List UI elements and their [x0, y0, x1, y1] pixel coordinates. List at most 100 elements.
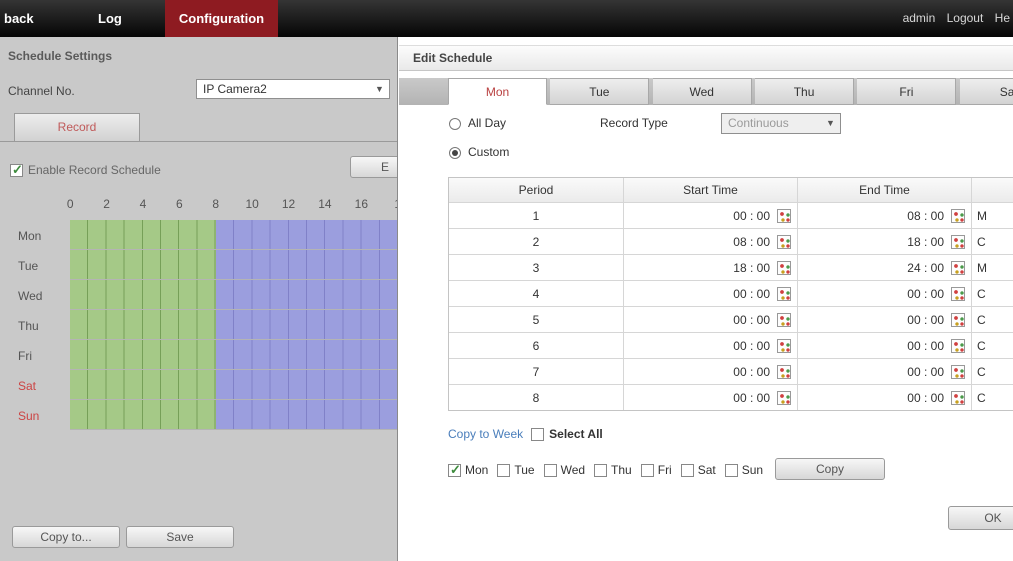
time-picker-icon[interactable] — [951, 365, 965, 379]
time-picker-icon[interactable] — [951, 261, 965, 275]
mon-checkbox[interactable] — [448, 464, 461, 477]
time-picker-icon[interactable] — [777, 391, 791, 405]
event-segment[interactable] — [216, 400, 398, 429]
time-picker-icon[interactable] — [951, 209, 965, 223]
select-all-checkbox[interactable] — [531, 428, 544, 441]
start-time-cell[interactable]: 00 : 00 — [624, 307, 798, 332]
day-tab-sat[interactable]: Sat — [960, 78, 1013, 105]
time-picker-icon[interactable] — [951, 235, 965, 249]
time-picker-icon[interactable] — [951, 391, 965, 405]
logout-link[interactable]: Logout — [947, 11, 984, 25]
day-tab-wed[interactable]: Wed — [653, 78, 752, 105]
schedule-row-mon[interactable] — [70, 220, 398, 250]
end-time-cell[interactable]: 24 : 00 — [798, 255, 972, 280]
time-picker-icon[interactable] — [777, 209, 791, 223]
record-type-cell[interactable]: C — [972, 281, 1013, 306]
day-tab-fri[interactable]: Fri — [857, 78, 956, 105]
start-time-cell[interactable]: 18 : 00 — [624, 255, 798, 280]
continuous-segment[interactable] — [70, 340, 216, 369]
time-picker-icon[interactable] — [951, 287, 965, 301]
table-row: 1 00 : 00 08 : 00 M — [449, 202, 1013, 228]
help-link[interactable]: He — [995, 11, 1010, 25]
event-segment[interactable] — [216, 250, 398, 279]
record-schedule-grid[interactable] — [70, 220, 398, 430]
schedule-row-sun[interactable] — [70, 400, 398, 430]
time-picker-icon[interactable] — [777, 287, 791, 301]
schedule-row-fri[interactable] — [70, 340, 398, 370]
record-tab[interactable]: Record — [14, 113, 140, 142]
tab-log[interactable]: Log — [98, 0, 122, 37]
event-segment[interactable] — [216, 310, 398, 339]
record-type-select[interactable]: Continuous ▼ — [721, 113, 841, 134]
start-time-cell[interactable]: 00 : 00 — [624, 333, 798, 358]
copy-to-button[interactable]: Copy to... — [12, 526, 120, 548]
enable-record-schedule-checkbox[interactable] — [10, 164, 23, 177]
time-picker-icon[interactable] — [777, 313, 791, 327]
schedule-row-sat[interactable] — [70, 370, 398, 400]
time-picker-icon[interactable] — [777, 235, 791, 249]
schedule-row-wed[interactable] — [70, 280, 398, 310]
end-time-cell[interactable]: 00 : 00 — [798, 359, 972, 384]
save-button[interactable]: Save — [126, 526, 234, 548]
continuous-segment[interactable] — [70, 370, 216, 399]
period-cell: 5 — [449, 307, 624, 332]
all-day-radio[interactable] — [449, 118, 461, 130]
event-segment[interactable] — [216, 340, 398, 369]
schedule-row-thu[interactable] — [70, 310, 398, 340]
continuous-segment[interactable] — [70, 400, 216, 429]
ok-button[interactable]: OK — [948, 506, 1013, 530]
schedule-settings-panel: Schedule Settings Channel No. IP Camera2… — [0, 37, 398, 561]
continuous-segment[interactable] — [70, 280, 216, 309]
record-type-cell[interactable]: C — [972, 229, 1013, 254]
thu-checkbox[interactable] — [594, 464, 607, 477]
hour-tick: 4 — [125, 197, 161, 211]
event-segment[interactable] — [216, 220, 398, 249]
day-tab-thu[interactable]: Thu — [755, 78, 854, 105]
day-tab-mon[interactable]: Mon — [448, 78, 547, 105]
continuous-segment[interactable] — [70, 220, 216, 249]
start-time-cell[interactable]: 08 : 00 — [624, 229, 798, 254]
record-type-cell[interactable]: M — [972, 255, 1013, 280]
event-segment[interactable] — [216, 370, 398, 399]
time-picker-icon[interactable] — [951, 313, 965, 327]
schedule-row-tue[interactable] — [70, 250, 398, 280]
end-time-cell[interactable]: 08 : 00 — [798, 203, 972, 228]
continuous-segment[interactable] — [70, 310, 216, 339]
time-picker-icon[interactable] — [777, 365, 791, 379]
sun-checkbox[interactable] — [725, 464, 738, 477]
start-time-cell[interactable]: 00 : 00 — [624, 203, 798, 228]
copy-button[interactable]: Copy — [775, 458, 885, 480]
start-time-cell[interactable]: 00 : 00 — [624, 385, 798, 410]
end-time-cell[interactable]: 18 : 00 — [798, 229, 972, 254]
continuous-segment[interactable] — [70, 250, 216, 279]
period-cell: 2 — [449, 229, 624, 254]
record-type-cell[interactable]: C — [972, 359, 1013, 384]
time-picker-icon[interactable] — [951, 339, 965, 353]
edit-button[interactable]: E — [350, 156, 398, 178]
day-tab-tue[interactable]: Tue — [550, 78, 649, 105]
time-picker-icon[interactable] — [777, 339, 791, 353]
tab-configuration[interactable]: Configuration — [165, 0, 278, 37]
record-type-cell[interactable]: C — [972, 333, 1013, 358]
copy-to-week-row: Copy to Week Select All — [448, 427, 603, 441]
wed-checkbox[interactable] — [544, 464, 557, 477]
tab-playback[interactable]: back — [4, 0, 34, 37]
time-picker-icon[interactable] — [777, 261, 791, 275]
channel-select[interactable]: IP Camera2 ▼ — [196, 79, 390, 99]
end-time-cell[interactable]: 00 : 00 — [798, 281, 972, 306]
event-segment[interactable] — [216, 280, 398, 309]
start-time-cell[interactable]: 00 : 00 — [624, 281, 798, 306]
end-time-cell[interactable]: 00 : 00 — [798, 333, 972, 358]
record-type-cell[interactable]: C — [972, 307, 1013, 332]
tue-checkbox[interactable] — [497, 464, 510, 477]
record-type-cell[interactable]: C — [972, 385, 1013, 410]
start-time-cell[interactable]: 00 : 00 — [624, 359, 798, 384]
end-time-cell[interactable]: 00 : 00 — [798, 307, 972, 332]
top-navigation-bar: back Log Configuration admin Logout He — [0, 0, 1013, 37]
end-time-cell[interactable]: 00 : 00 — [798, 385, 972, 410]
sat-checkbox[interactable] — [681, 464, 694, 477]
record-type-cell[interactable]: M — [972, 203, 1013, 228]
custom-radio[interactable] — [449, 147, 461, 159]
copy-to-week-link[interactable]: Copy to Week — [448, 427, 523, 441]
fri-checkbox[interactable] — [641, 464, 654, 477]
